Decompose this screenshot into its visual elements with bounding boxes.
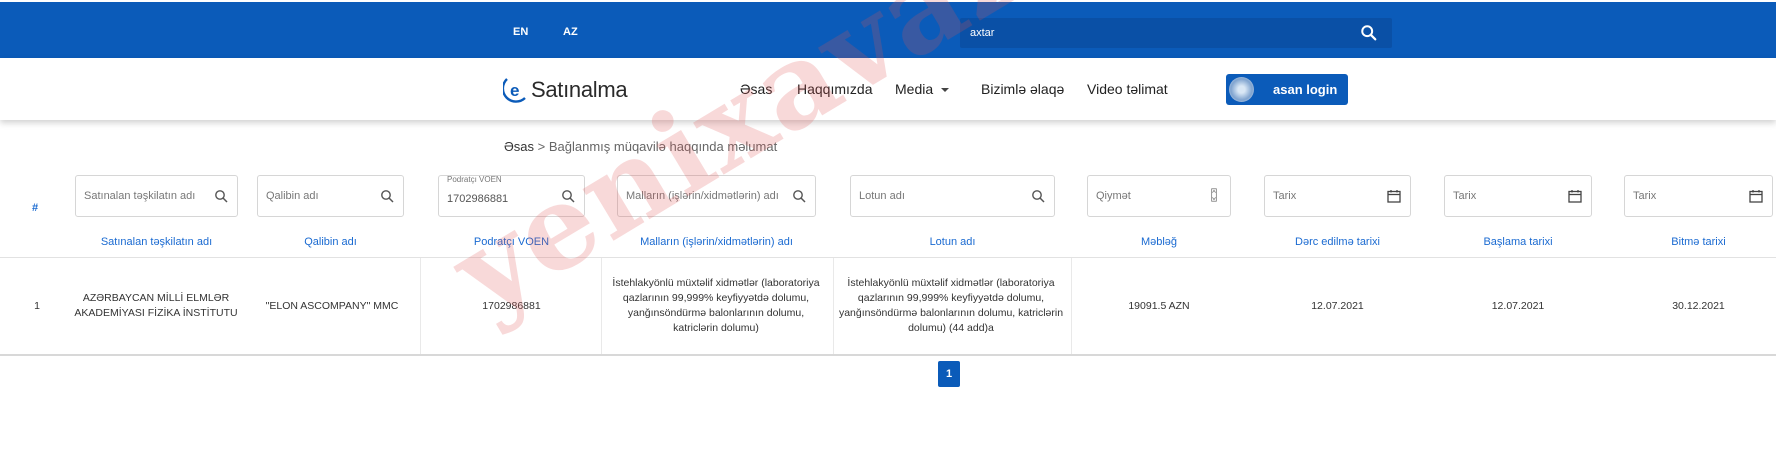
search-icon[interactable]	[1360, 24, 1378, 42]
row-winner: "ELON ASCOMPANY" MMC	[265, 299, 399, 312]
column-header-end-date[interactable]: Bitmə tarixi	[1624, 236, 1773, 248]
main-nav: e Satınalma Əsas Haqqımızda Media Biziml…	[0, 58, 1776, 120]
start-date-filter[interactable]: Tarix	[1444, 175, 1592, 217]
column-header-published-date[interactable]: Dərc edilmə tarixi	[1264, 236, 1411, 248]
search-icon[interactable]	[561, 189, 575, 203]
search-input[interactable]: axtar	[970, 27, 994, 39]
breadcrumb-home[interactable]: Əsas	[504, 139, 534, 154]
start-date-placeholder: Tarix	[1453, 190, 1477, 202]
column-header-winner[interactable]: Qalibin adı	[257, 236, 404, 248]
cell-divider	[601, 258, 602, 354]
column-header-organization[interactable]: Satınalan təşkilatın adı	[75, 236, 238, 248]
published-date-placeholder: Tarix	[1273, 190, 1297, 202]
cell-divider	[420, 258, 421, 354]
index-column-header: #	[32, 202, 39, 214]
logo-text: Satınalma	[531, 77, 628, 102]
row-published-date: 12.07.2021	[1311, 299, 1364, 312]
column-header-start-date[interactable]: Başlama tarixi	[1444, 236, 1592, 248]
menu-media-label: Media	[895, 81, 934, 97]
asan-emblem-icon	[1229, 77, 1254, 102]
column-header-goods[interactable]: Malların (işlərin/xidmətlərin) adı	[617, 236, 816, 248]
search-icon[interactable]	[214, 189, 228, 203]
voen-filter-label: Podratçı VOEN	[447, 175, 502, 184]
end-date-placeholder: Tarix	[1633, 190, 1657, 202]
number-spinner-icon[interactable]	[1207, 188, 1221, 202]
site-logo[interactable]: e Satınalma	[503, 74, 628, 106]
breadcrumb: Əsas > Bağlanmış müqavilə haqqında məlum…	[504, 139, 777, 154]
menu-media[interactable]: Media	[895, 81, 950, 97]
winner-filter-placeholder: Qalibin adı	[266, 190, 319, 202]
breadcrumb-current: Bağlanmış müqavilə haqqında məlumat	[548, 139, 778, 154]
published-date-filter[interactable]: Tarix	[1264, 175, 1411, 217]
calendar-icon[interactable]	[1387, 189, 1401, 203]
row-organization: AZƏRBAYCAN MİLLİ ELMLƏR AKADEMİYASI FİZİ…	[74, 292, 238, 319]
search-icon[interactable]	[380, 189, 394, 203]
row-amount: 19091.5 AZN	[1128, 299, 1190, 312]
menu-video-guide[interactable]: Video təlimat	[1087, 81, 1168, 97]
top-bar: EN AZ axtar	[0, 0, 1776, 58]
asan-login-button[interactable]: asan login	[1226, 74, 1348, 105]
column-header-voen[interactable]: Podratçı VOEN	[438, 236, 585, 248]
menu-contact[interactable]: Bizimlə əlaqə	[981, 81, 1064, 97]
goods-filter-input[interactable]: Malların (işlərin/xidmətlərin) adı	[617, 175, 816, 217]
menu-home[interactable]: Əsas	[740, 81, 772, 97]
voen-filter-value: 1702986881	[447, 193, 509, 205]
calendar-icon[interactable]	[1749, 189, 1763, 203]
end-date-filter[interactable]: Tarix	[1624, 175, 1773, 217]
voen-filter-input[interactable]: Podratçı VOEN 1702986881	[438, 175, 585, 217]
org-filter-placeholder: Satınalan təşkilatın adı	[84, 190, 196, 202]
svg-text:e: e	[510, 81, 519, 100]
row-start-date: 12.07.2021	[1491, 299, 1545, 312]
row-end-date: 30.12.2021	[1672, 299, 1725, 312]
search-icon[interactable]	[792, 189, 806, 203]
lot-filter-input[interactable]: Lotun adı	[850, 175, 1055, 217]
price-filter-input[interactable]: Qiymət	[1087, 175, 1231, 217]
cell-divider	[833, 258, 834, 354]
row-voen: 1702986881	[482, 299, 541, 312]
row-index: 1	[34, 299, 40, 312]
winner-filter-input[interactable]: Qalibin adı	[257, 175, 404, 217]
search-icon[interactable]	[1031, 189, 1045, 203]
row-lot: İstehlakyönlü müxtəlif xidmətlər (labora…	[838, 277, 1064, 334]
lot-filter-placeholder: Lotun adı	[859, 190, 905, 202]
cell-divider	[1071, 258, 1072, 354]
price-filter-placeholder: Qiymət	[1096, 190, 1131, 202]
breadcrumb-separator: >	[537, 139, 546, 154]
chevron-down-icon	[941, 88, 950, 93]
search-box[interactable]: axtar	[960, 18, 1392, 48]
asan-login-label: asan login	[1273, 82, 1338, 97]
calendar-icon[interactable]	[1568, 189, 1582, 203]
pagination-page-1[interactable]: 1	[938, 361, 960, 387]
e-logo-icon: e	[503, 78, 526, 103]
row-goods: İstehlakyönlü müxtəlif xidmətlər (labora…	[612, 277, 820, 334]
lang-az-link[interactable]: AZ	[563, 26, 578, 38]
column-header-lot[interactable]: Lotun adı	[850, 236, 1055, 248]
table-bottom-border	[0, 354, 1776, 356]
column-header-amount[interactable]: Məbləğ	[1087, 236, 1231, 248]
goods-filter-placeholder: Malların (işlərin/xidmətlərin) adı	[626, 190, 779, 202]
org-filter-input[interactable]: Satınalan təşkilatın adı	[75, 175, 238, 217]
menu-about[interactable]: Haqqımızda	[797, 81, 872, 97]
lang-en-link[interactable]: EN	[513, 26, 528, 38]
